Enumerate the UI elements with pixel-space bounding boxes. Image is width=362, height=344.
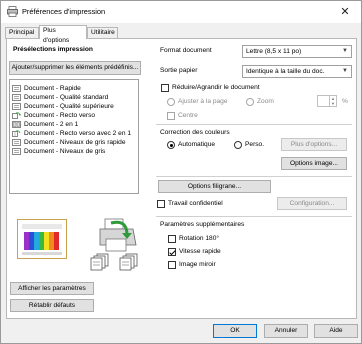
divider xyxy=(156,216,352,217)
configuration-button[interactable]: Configuration... xyxy=(277,197,347,210)
title-bar: Préférences d'impression ✕ xyxy=(1,1,361,23)
presets-list[interactable]: Document - Rapide Document - Qualité sta… xyxy=(9,79,139,194)
document-size-label: Format document xyxy=(160,47,212,54)
close-button[interactable]: ✕ xyxy=(335,4,355,20)
mirror-image-label: Image miroir xyxy=(179,261,216,268)
document-preset-icon xyxy=(12,85,21,92)
two-up-preset-icon xyxy=(12,121,21,128)
custom-radio[interactable] xyxy=(234,141,242,149)
document-preset-icon xyxy=(12,148,21,155)
watermark-options-button[interactable]: Options filigrane... xyxy=(158,180,271,193)
add-remove-presets-button[interactable]: Ajouter/supprimer les éléments prédéfini… xyxy=(9,61,141,75)
duplex-preset-icon xyxy=(12,112,21,119)
document-preset-icon xyxy=(12,103,21,110)
tab-more-options[interactable]: Plus d'options xyxy=(39,25,87,44)
document-size-value: Lettre (8,5 x 11 po) xyxy=(246,48,302,55)
color-preview-image xyxy=(22,224,62,255)
stacked-pages-icon xyxy=(90,253,109,271)
color-correction-heading: Correction des couleurs xyxy=(160,129,230,136)
mirror-image-checkbox[interactable] xyxy=(168,261,176,269)
ok-button[interactable]: OK xyxy=(213,324,257,338)
reduce-enlarge-checkbox[interactable] xyxy=(161,84,169,92)
preset-label: Document - 2 en 1 xyxy=(24,121,79,128)
spin-arrows[interactable]: ▲ ▼ xyxy=(329,96,336,106)
output-paper-label: Sortie papier xyxy=(160,67,198,74)
confidential-job-checkbox[interactable] xyxy=(157,200,165,208)
preset-label: Document - Qualité supérieure xyxy=(24,103,114,110)
percent-label: % xyxy=(342,98,348,105)
preset-label: Document - Recto verso xyxy=(24,112,96,119)
preset-label: Document - Niveaux de gris xyxy=(24,148,106,155)
rotate-180-checkbox[interactable] xyxy=(168,235,176,243)
automatic-radio[interactable] xyxy=(167,141,175,149)
restore-defaults-button[interactable]: Rétablir défauts xyxy=(10,299,94,312)
confidential-job-label: Travail confidentiel xyxy=(168,200,223,207)
center-label: Centre xyxy=(178,112,198,119)
zoom-radio[interactable] xyxy=(246,98,254,106)
divider xyxy=(156,124,352,125)
output-paper-value: Identique à la taille du doc. xyxy=(246,68,325,75)
document-preset-icon xyxy=(12,94,21,101)
output-paper-select[interactable]: Identique à la taille du doc. ▼ xyxy=(242,65,352,78)
center-checkbox[interactable] xyxy=(167,112,175,120)
help-button[interactable]: Aide xyxy=(314,324,358,338)
preset-label: Document - Recto verso avec 2 en 1 xyxy=(24,130,132,137)
reduce-enlarge-label: Réduire/Agrandir le document xyxy=(172,84,260,91)
cancel-button[interactable]: Annuler xyxy=(264,324,308,338)
rotate-180-label: Rotation 180° xyxy=(179,235,220,242)
preset-label: Document - Niveaux de gris rapide xyxy=(24,139,126,146)
printer-icon xyxy=(99,218,137,252)
high-speed-checkbox[interactable] xyxy=(168,248,176,256)
show-settings-button[interactable]: Afficher les paramètres xyxy=(10,282,94,295)
document-preset-icon xyxy=(12,139,21,146)
chevron-down-icon: ▼ xyxy=(342,68,348,74)
zoom-spinbox[interactable]: ▲ ▼ xyxy=(317,95,337,107)
high-speed-label: Vitesse rapide xyxy=(179,248,221,255)
fit-page-label: Ajuster à la page xyxy=(178,98,228,105)
printer-app-icon xyxy=(7,6,18,17)
divider xyxy=(156,176,352,177)
more-options-button[interactable]: Plus d'options... xyxy=(281,138,347,151)
document-size-select[interactable]: Lettre (8,5 x 11 po) ▼ xyxy=(242,45,352,58)
automatic-label: Automatique xyxy=(178,141,216,148)
custom-label: Perso. xyxy=(245,141,265,148)
chevron-down-icon: ▼ xyxy=(342,48,348,54)
fit-page-radio[interactable] xyxy=(167,98,175,106)
image-options-button[interactable]: Options image... xyxy=(281,157,347,170)
print-preferences-window: Préférences d'impression ✕ Principal Plu… xyxy=(0,0,362,344)
extra-settings-heading: Paramètres supplémentaires xyxy=(160,221,245,228)
page-preview xyxy=(17,219,67,259)
preset-label: Document - Rapide xyxy=(24,85,81,92)
stacked-pages-icon xyxy=(119,253,138,271)
duplex-two-up-preset-icon xyxy=(12,130,21,137)
zoom-label: Zoom xyxy=(257,98,274,105)
window-title: Préférences d'impression xyxy=(22,7,106,16)
presets-heading: Présélections impression xyxy=(13,46,93,53)
preset-label: Document - Qualité standard xyxy=(24,94,109,101)
